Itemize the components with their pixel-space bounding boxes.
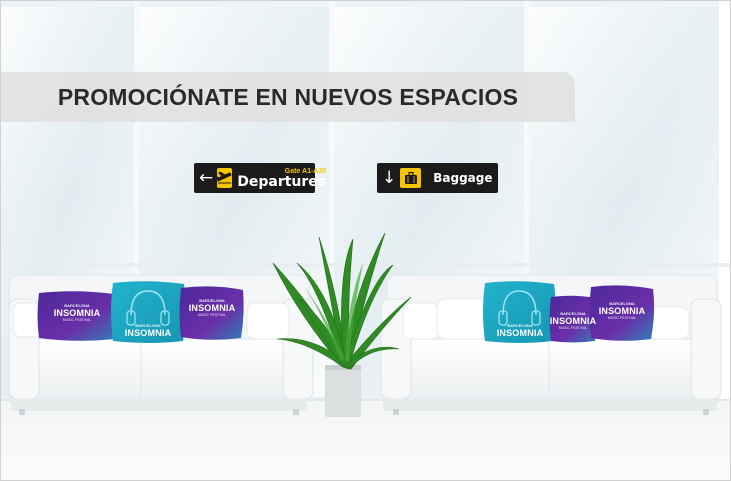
departures-sign: ← Gate A1-A30 Departures (194, 163, 326, 193)
down-arrow-icon: ↓ (382, 167, 397, 188)
floor (1, 399, 730, 480)
pillow-purple-4 (589, 285, 655, 341)
departures-label: Departures (237, 173, 327, 190)
airplane-icon (217, 168, 233, 188)
suitcase-icon (400, 168, 422, 188)
promo-banner: PROMOCIÓNATE EN NUEVOS ESPACIOS (1, 72, 575, 122)
baggage-label: Baggage (433, 171, 493, 185)
pillow-purple-1 (37, 291, 117, 341)
window-rail (1, 263, 730, 267)
pillow-purple-2 (179, 286, 244, 340)
pillow-teal-headphones-1 (111, 281, 186, 343)
banner-title: PROMOCIÓNATE EN NUEVOS ESPACIOS (57, 83, 519, 110)
left-arrow-icon: ← (199, 167, 214, 188)
pillow-teal-headphones-2 (483, 281, 556, 343)
promo-image: PROMOCIÓNATE EN NUEVOS ESPACIOS ← Gate A… (0, 0, 731, 481)
baggage-sign: ↓ Baggage (377, 163, 498, 193)
